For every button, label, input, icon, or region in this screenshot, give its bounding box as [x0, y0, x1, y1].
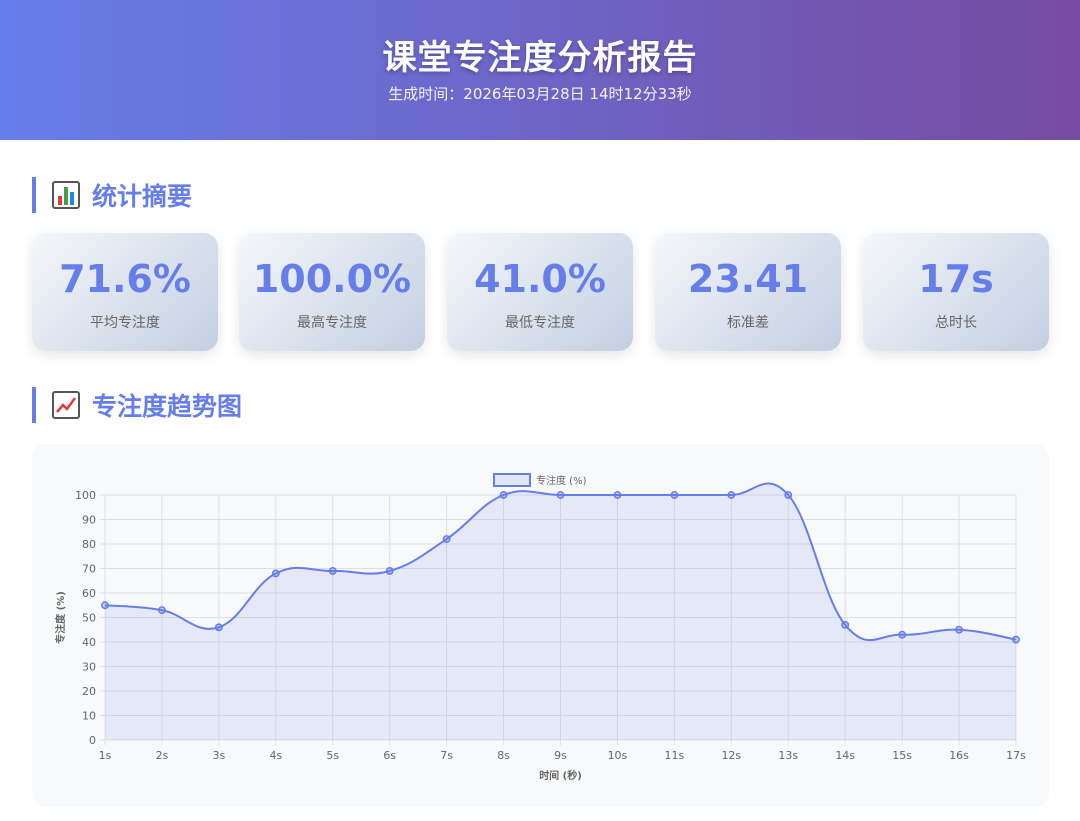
stat-card-max: 100.0% 最高专注度 — [239, 233, 425, 351]
x-tick-label: 9s — [554, 749, 567, 762]
y-tick-label: 50 — [82, 612, 96, 625]
stat-value: 100.0% — [252, 257, 412, 301]
stat-label: 平均专注度 — [90, 315, 160, 331]
data-point — [157, 606, 166, 615]
data-point — [499, 491, 508, 499]
trend-section-label: 专注度趋势图 — [92, 392, 243, 421]
focus-trend-chart: 0 10 20 30 40 50 60 70 80 90 100 1s 2s 3s 4s 5s 6s 7s 8s 9s… — [54, 473, 1026, 782]
series-area-fill — [105, 483, 1016, 740]
data-point — [784, 491, 793, 499]
stat-label: 最低专注度 — [505, 315, 575, 331]
legend-label: 专注度 (%) — [536, 474, 587, 487]
summary-section-title: 统计摘要 — [32, 177, 192, 213]
data-point — [1012, 635, 1020, 644]
report-header: 课堂专注度分析报告 生成时间：2026年03月28日 14时12分33秒 — [0, 0, 1080, 140]
stat-card-average: 71.6% 平均专注度 — [32, 233, 218, 351]
y-tick-label: 20 — [82, 685, 96, 698]
trend-section-title: 专注度趋势图 — [32, 387, 242, 423]
data-point — [442, 535, 451, 544]
x-tick-label: 5s — [326, 749, 339, 762]
summary-section-label: 统计摘要 — [92, 182, 193, 211]
data-point — [613, 491, 622, 499]
x-tick-label: 1s — [99, 749, 112, 762]
trend-chart-icon — [52, 391, 80, 419]
stats-cards: 71.6% 平均专注度 100.0% 最高专注度 41.0% 最低专注度 23.… — [32, 233, 1049, 351]
stat-value: 23.41 — [687, 257, 809, 301]
stat-card-duration: 17s 总时长 — [863, 233, 1049, 351]
x-tick-label: 6s — [383, 749, 396, 762]
x-tick-label: 17s — [1006, 749, 1026, 762]
stat-label: 最高专注度 — [297, 315, 367, 331]
x-tick-label: 13s — [778, 749, 798, 762]
x-axis-title: 时间 (秒) — [539, 769, 582, 782]
data-point — [670, 491, 679, 499]
y-axis-title: 专注度 (%) — [54, 591, 67, 644]
data-point — [101, 601, 109, 610]
stat-label: 标准差 — [727, 315, 769, 331]
trend-chart-container: 0 10 20 30 40 50 60 70 80 90 100 1s 2s 3s 4s 5s 6s 7s 8s 9s… — [32, 444, 1049, 807]
generated-timestamp: 生成时间：2026年03月28日 14时12分33秒 — [388, 85, 692, 103]
data-point — [955, 625, 964, 634]
y-tick-label: 60 — [82, 587, 96, 600]
legend-swatch — [493, 473, 531, 487]
data-point — [271, 569, 280, 578]
data-point — [556, 491, 565, 499]
stat-value: 41.0% — [474, 257, 606, 301]
data-point — [328, 567, 337, 575]
y-tick-label: 70 — [82, 563, 96, 576]
x-tick-label: 12s — [721, 749, 741, 762]
page-title: 课堂专注度分析报告 — [382, 38, 698, 78]
x-tick-label: 4s — [269, 749, 282, 762]
y-tick-label: 80 — [82, 538, 96, 551]
data-point — [727, 491, 736, 499]
y-tick-label: 40 — [82, 636, 96, 649]
stat-label: 总时长 — [935, 315, 977, 331]
stat-card-min: 41.0% 最低专注度 — [447, 233, 633, 351]
x-tick-label: 7s — [440, 749, 453, 762]
x-tick-label: 10s — [608, 749, 628, 762]
x-tick-label: 15s — [892, 749, 912, 762]
x-tick-label: 16s — [949, 749, 969, 762]
x-tick-label: 2s — [156, 749, 169, 762]
data-point — [898, 630, 907, 639]
data-point — [385, 567, 394, 575]
y-tick-label: 100 — [75, 489, 96, 502]
stat-card-stddev: 23.41 标准差 — [655, 233, 841, 351]
y-tick-label: 0 — [89, 734, 96, 747]
y-tick-label: 10 — [82, 710, 96, 723]
x-tick-label: 14s — [835, 749, 855, 762]
stat-value: 71.6% — [59, 257, 191, 301]
bar-chart-icon — [52, 181, 80, 209]
x-tick-label: 8s — [497, 749, 510, 762]
data-point — [214, 623, 223, 632]
x-tick-label: 11s — [665, 749, 685, 762]
y-tick-label: 90 — [82, 514, 96, 527]
x-tick-label: 3s — [213, 749, 226, 762]
y-tick-label: 30 — [82, 661, 96, 674]
data-point — [841, 620, 850, 629]
stat-value: 17s — [918, 257, 994, 301]
